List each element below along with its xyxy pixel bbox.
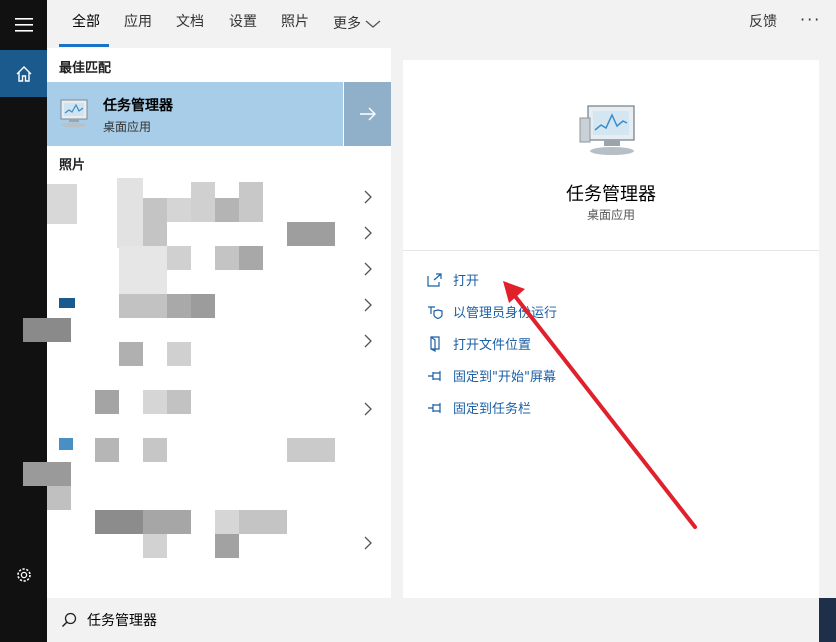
tab-documents[interactable]: 文档 (176, 0, 204, 48)
chevron-down-icon (365, 20, 381, 28)
tab-photos[interactable]: 照片 (281, 0, 309, 48)
best-match-item[interactable]: 任务管理器 桌面应用 (47, 82, 343, 146)
pin-icon (428, 402, 441, 413)
action-open-label: 打开 (453, 274, 480, 289)
more-options-button[interactable]: ··· (800, 0, 821, 48)
action-open[interactable]: 打开 (427, 270, 479, 289)
tab-all[interactable]: 全部 (72, 0, 100, 48)
redacted-results (23, 178, 391, 580)
chevron-right-icon[interactable] (362, 226, 374, 240)
best-match-subtitle: 桌面应用 (103, 120, 152, 134)
tab-apps[interactable]: 应用 (124, 0, 152, 48)
tab-settings[interactable]: 设置 (229, 0, 257, 48)
detail-app-title: 任务管理器 (566, 184, 656, 205)
settings-button[interactable] (0, 552, 47, 598)
best-match-title: 任务管理器 (103, 98, 173, 114)
pin-icon (428, 370, 441, 381)
folder-icon (430, 335, 440, 352)
chevron-right-icon[interactable] (362, 402, 374, 416)
chevron-right-icon[interactable] (362, 262, 374, 276)
gear-icon (16, 568, 31, 582)
chevron-right-icon[interactable] (362, 298, 374, 312)
open-details-button[interactable] (343, 82, 392, 146)
taskbar-edge (819, 598, 836, 642)
chevron-right-icon[interactable] (362, 536, 374, 550)
feedback-link[interactable]: 反馈 (749, 0, 777, 48)
shield-icon (428, 305, 443, 319)
task-manager-icon (60, 99, 88, 128)
home-button[interactable] (0, 50, 47, 97)
hamburger-icon (14, 18, 33, 32)
best-match-heading: 最佳匹配 (59, 61, 112, 76)
chevron-right-icon[interactable] (362, 190, 374, 204)
search-input[interactable]: 任务管理器 (87, 610, 157, 630)
detail-app-subtitle: 桌面应用 (586, 208, 635, 222)
home-icon (16, 65, 31, 82)
task-manager-icon (579, 105, 635, 155)
tab-more-label: 更多 (333, 16, 361, 32)
search-box[interactable]: 任务管理器 (47, 598, 819, 642)
annotation-arrow (503, 281, 697, 529)
chevron-right-icon[interactable] (362, 334, 374, 348)
arrow-right-icon (360, 107, 376, 121)
tab-more[interactable]: 更多 (333, 0, 381, 48)
active-tab-indicator (59, 44, 109, 47)
open-icon (427, 272, 442, 287)
search-icon (61, 612, 77, 628)
detail-divider (403, 250, 819, 251)
photos-heading: 照片 (59, 158, 86, 173)
search-scope-bar (47, 0, 836, 48)
hamburger-menu-button[interactable] (0, 0, 47, 50)
